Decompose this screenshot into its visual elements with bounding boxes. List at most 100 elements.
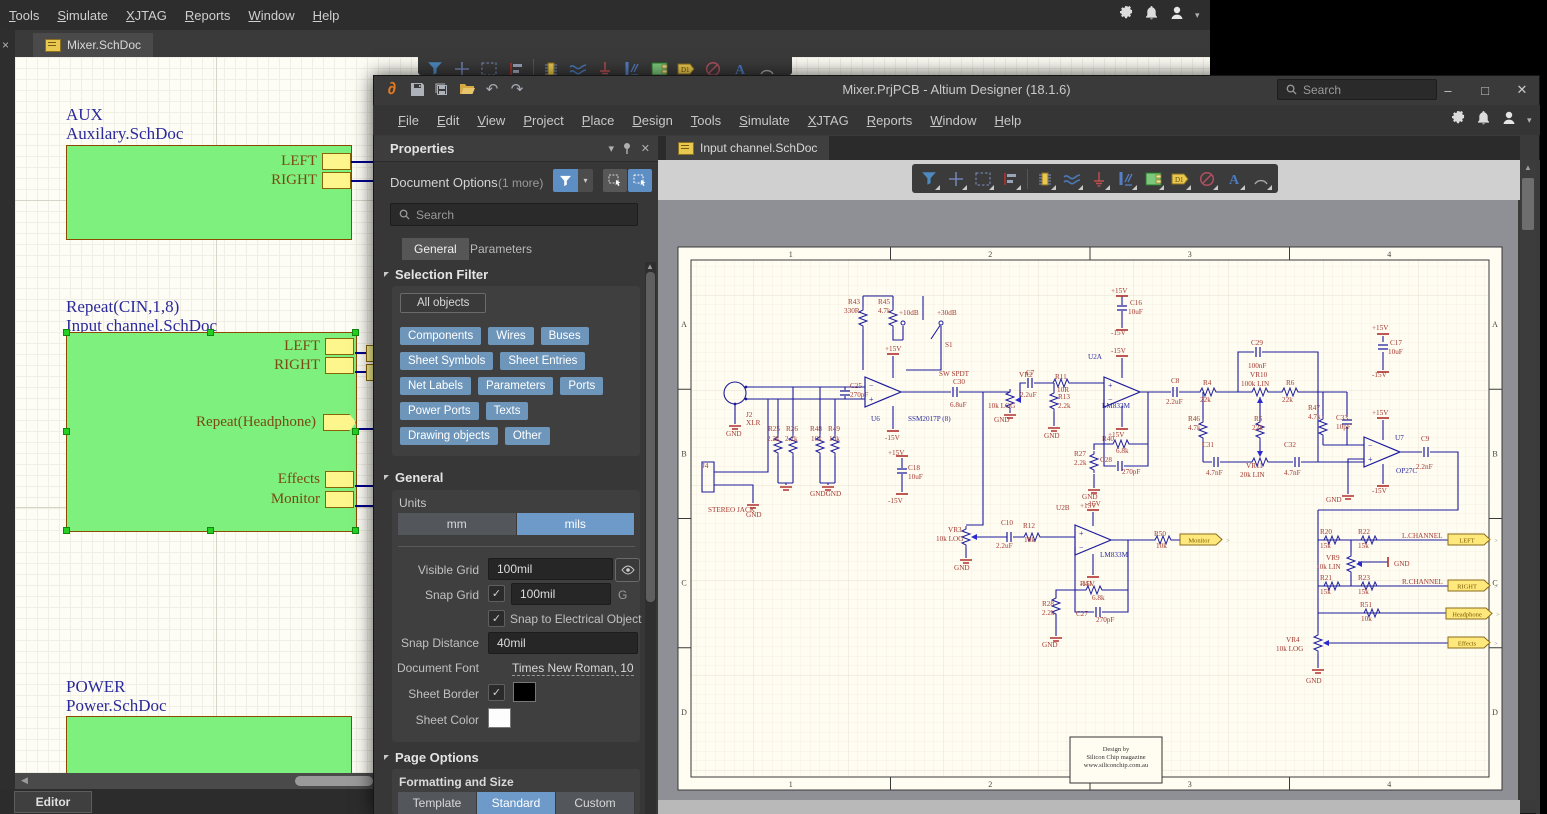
selection-handle[interactable]	[207, 329, 214, 336]
filter-other-button[interactable]: Other	[505, 427, 550, 445]
menu-edit[interactable]: Edit	[428, 113, 468, 128]
units-mils-button[interactable]: mils	[517, 513, 636, 535]
filter-drawing-objects-button[interactable]: Drawing objects	[400, 427, 498, 445]
selection-handle[interactable]	[352, 428, 359, 435]
place-port-icon[interactable]: D1	[673, 57, 699, 75]
snap-grid-input[interactable]: 100mil	[511, 583, 611, 605]
units-mm-button[interactable]: mm	[398, 513, 517, 535]
filter-icon[interactable]	[422, 57, 448, 75]
tab-input-channel[interactable]: Input channel.SchDoc	[666, 136, 829, 160]
place-part-icon[interactable]	[1032, 165, 1058, 192]
selection-handle[interactable]	[352, 527, 359, 534]
sheet-symbol-aux[interactable]: LEFT RIGHT	[66, 145, 352, 240]
canvas-horizontal-scrollbar[interactable]	[658, 800, 1520, 814]
sheet-entry-effects[interactable]	[325, 471, 354, 488]
sheet-color-swatch[interactable]	[488, 708, 511, 728]
document-font-value[interactable]: Times New Roman, 10	[512, 661, 634, 676]
title-bar[interactable]: Mixer.PrjPCB - Altium Designer (18.1.6) …	[373, 75, 1540, 105]
grid-visibility-button[interactable]	[615, 558, 640, 582]
scrollbar-thumb[interactable]	[295, 776, 373, 786]
selection-handle[interactable]	[63, 527, 70, 534]
selection-handle[interactable]	[63, 329, 70, 336]
filter-sheet-symbols-button[interactable]: Sheet Symbols	[400, 352, 493, 370]
filter-caret-icon[interactable]: ▾	[578, 169, 593, 192]
place-power-port-icon[interactable]	[592, 57, 618, 75]
properties-scrollbar[interactable]: ▲	[645, 262, 656, 814]
panel-more-label[interactable]: (1 more)	[498, 176, 543, 190]
menu-project[interactable]: Project	[514, 113, 572, 128]
section-page-options[interactable]: Page Options	[384, 750, 479, 765]
place-port-icon[interactable]: D1	[1167, 165, 1193, 192]
user-icon[interactable]	[1501, 110, 1517, 131]
page-custom-button[interactable]: Custom	[556, 792, 635, 814]
user-caret-icon[interactable]: ▾	[1527, 115, 1532, 126]
gear-icon[interactable]	[1450, 110, 1466, 131]
sheet-border-checkbox[interactable]: ✓	[488, 684, 505, 701]
place-arc-icon[interactable]	[754, 57, 780, 75]
schematic-canvas[interactable]: 11223344AABBCCDD−++−+−−+Monitor>LEFT>RIG…	[658, 200, 1518, 800]
menu-simulate[interactable]: Simulate	[730, 113, 799, 128]
bg-menu-reports[interactable]: Reports	[176, 8, 240, 23]
redo-icon[interactable]: ↷	[508, 79, 526, 99]
save-all-icon[interactable]	[433, 79, 451, 99]
editor-button[interactable]: Editor	[14, 791, 92, 813]
place-sheet-symbol-icon[interactable]	[1140, 165, 1166, 192]
properties-search-box[interactable]: Search	[390, 203, 638, 226]
menu-file[interactable]: File	[389, 113, 428, 128]
select-area-icon[interactable]	[476, 57, 502, 75]
sheet-entry-right[interactable]	[325, 357, 354, 374]
place-power-port-icon[interactable]	[1086, 165, 1112, 192]
sheet-entry-monitor[interactable]	[325, 491, 354, 508]
bg-menu-window[interactable]: Window	[239, 8, 303, 23]
menu-design[interactable]: Design	[623, 113, 681, 128]
sheet-border-color-swatch[interactable]	[513, 682, 536, 702]
user-icon[interactable]	[1169, 5, 1185, 26]
sheet-entry-right[interactable]	[322, 172, 351, 189]
tab-parameters[interactable]: Parameters	[458, 238, 544, 260]
minimize-button[interactable]: –	[1436, 81, 1460, 99]
maximize-button[interactable]: □	[1473, 81, 1497, 99]
menu-view[interactable]: View	[468, 113, 514, 128]
scroll-left-icon[interactable]: ◀	[21, 775, 28, 786]
place-arc-icon[interactable]	[1248, 165, 1274, 192]
user-caret-icon[interactable]: ▾	[1195, 10, 1200, 21]
panel-close-icon[interactable]: ✕	[641, 142, 650, 155]
save-icon[interactable]	[408, 79, 426, 99]
bg-menu-tools[interactable]: Tools	[0, 8, 48, 23]
filter-sheet-entries-button[interactable]: Sheet Entries	[500, 352, 585, 370]
visible-grid-input[interactable]: 100mil	[488, 558, 613, 580]
align-icon[interactable]	[997, 165, 1023, 192]
filter-power-ports-button[interactable]: Power Ports	[400, 402, 479, 420]
selection-handle[interactable]	[352, 329, 359, 336]
place-no-erc-icon[interactable]	[700, 57, 726, 75]
filter-button[interactable]	[553, 169, 578, 192]
filter-texts-button[interactable]: Texts	[486, 402, 529, 420]
filter-all-objects-button[interactable]: All objects	[400, 293, 486, 313]
menu-xjtag[interactable]: XJTAG	[799, 113, 858, 128]
panel-close-icon[interactable]: ×	[2, 38, 9, 52]
menu-tools[interactable]: Tools	[682, 113, 730, 128]
bg-menu-xjtag[interactable]: XJTAG	[117, 8, 176, 23]
panel-dropdown-icon[interactable]: ▾	[608, 142, 614, 155]
properties-header[interactable]: Properties ▾ ✕	[374, 136, 658, 162]
menu-reports[interactable]: Reports	[858, 113, 922, 128]
place-bus-entry-icon[interactable]	[1113, 165, 1139, 192]
app-search-box[interactable]: Search	[1277, 79, 1437, 100]
sheet-symbol-input-channel[interactable]: LEFT RIGHT Repeat(Headphone) Effects Mon…	[66, 332, 357, 532]
scroll-up-icon[interactable]: ▲	[1524, 163, 1532, 172]
gear-icon[interactable]	[1118, 5, 1134, 26]
scroll-up-icon[interactable]: ▲	[646, 262, 654, 271]
place-sheet-symbol-icon[interactable]	[646, 57, 672, 75]
filter-ports-button[interactable]: Ports	[560, 377, 603, 395]
filter-wires-button[interactable]: Wires	[488, 327, 533, 345]
sheet-symbol-power[interactable]	[66, 716, 352, 773]
close-button[interactable]: ✕	[1510, 81, 1534, 99]
section-selection-filter[interactable]: Selection Filter	[384, 267, 488, 282]
scrollbar-thumb[interactable]	[646, 272, 655, 602]
move-icon[interactable]	[943, 165, 969, 192]
scrollbar-thumb[interactable]	[1522, 178, 1534, 230]
menu-window[interactable]: Window	[921, 113, 985, 128]
place-wire-icon[interactable]	[565, 57, 591, 75]
place-text-icon[interactable]: A	[727, 57, 753, 75]
undo-icon[interactable]: ↶	[483, 79, 501, 99]
